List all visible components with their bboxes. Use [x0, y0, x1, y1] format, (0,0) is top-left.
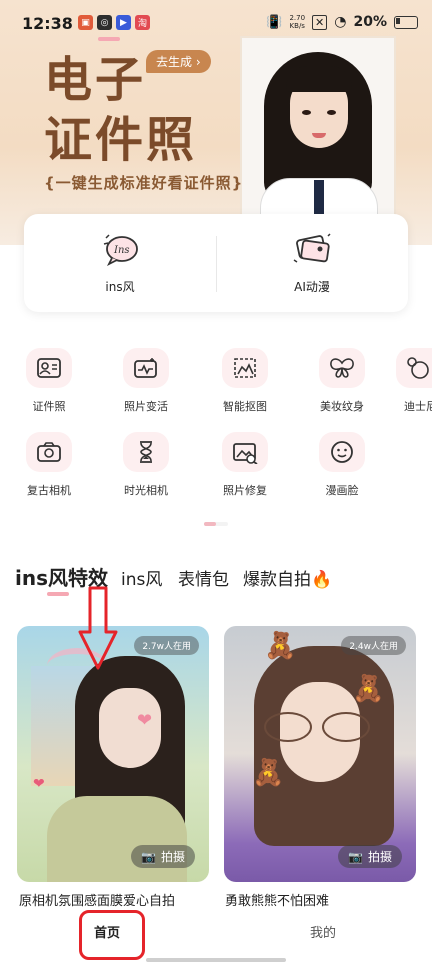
tool-label: 时光相机: [124, 484, 168, 497]
banner-title-line2: 证件照: [44, 112, 198, 168]
tool-smart-cutout[interactable]: 智能抠图: [215, 348, 275, 414]
battery-icon: [394, 15, 418, 29]
quick-action-label: AI动漫: [294, 279, 330, 294]
shoot-button[interactable]: 📷 拍摄: [338, 845, 402, 868]
gesture-home-bar[interactable]: [146, 958, 286, 962]
annotation-highlight-box: [79, 910, 145, 960]
hourglass-icon: [123, 432, 169, 472]
tool-label: 迪士尼: [404, 400, 432, 413]
banner-subtitle: {一键生成标准好看证件照}: [44, 174, 244, 192]
tool-label: 复古相机: [27, 484, 71, 497]
tool-label: 证件照: [32, 400, 66, 413]
tab-hot-selfie[interactable]: 爆款自拍🔥: [243, 565, 332, 590]
quick-actions-card: Ins ins风 AI动漫: [24, 214, 408, 312]
tool-label: 智能抠图: [223, 400, 267, 413]
id-photo-sample: [240, 36, 396, 220]
bottom-nav: 首页 我的: [0, 912, 432, 964]
card-title: 原相机氛围感面膜爱心自拍: [19, 894, 176, 909]
no-sim-icon: ✕: [312, 14, 328, 30]
retro-camera-icon: [26, 432, 72, 472]
tool-photo-repair[interactable]: 照片修复: [215, 432, 275, 498]
tab-stickers[interactable]: 表情包: [178, 565, 229, 590]
battery-percent: 20%: [353, 14, 387, 30]
tool-retro-camera[interactable]: 复古相机: [19, 432, 79, 498]
mickey-icon: [396, 348, 432, 388]
photo-animate-icon: [123, 348, 169, 388]
shoot-button[interactable]: 📷 拍摄: [131, 845, 195, 868]
tool-cartoon-face[interactable]: 漫画脸: [312, 432, 372, 498]
quick-action-ai-anime[interactable]: AI动漫: [216, 214, 408, 312]
ins-speech-bubble-icon: Ins: [103, 233, 138, 266]
svg-text:Ins: Ins: [113, 245, 130, 256]
ai-anime-photos-icon: [293, 232, 331, 263]
status-time: 12:38: [22, 14, 73, 33]
status-bar: 12:38 ▣ ◎ ▶ 淘 📳 2.70 KB/s ✕ ◔ 20%: [0, 0, 432, 48]
model-sweater: [47, 796, 187, 882]
cartoon-face-icon: [319, 432, 365, 472]
net-speed: 2.70 KB/s: [289, 14, 306, 30]
nav-mine[interactable]: 我的: [310, 922, 336, 941]
tool-disney[interactable]: 迪士尼: [396, 348, 432, 414]
glasses-left: [264, 712, 312, 742]
tool-label: 照片变活: [124, 400, 168, 413]
photo-repair-icon: [222, 432, 268, 472]
wifi-icon: ◔: [334, 14, 347, 30]
quick-action-label: ins风: [105, 279, 135, 294]
heart-sticker: ❤: [33, 776, 45, 792]
nav-active-indicator: [98, 37, 120, 41]
app-notification-icon: ◎: [97, 15, 112, 30]
camera-icon: 📷: [348, 849, 363, 864]
quick-action-ins[interactable]: Ins ins风: [24, 214, 216, 312]
effect-card[interactable]: 🧸 🧸 🧸 2.4w人在用 📷 拍摄: [224, 626, 416, 882]
tool-id-photo[interactable]: 证件照: [19, 348, 79, 414]
smart-cutout-icon: [222, 348, 268, 388]
status-right: 📳 2.70 KB/s ✕ ◔ 20%: [266, 14, 418, 30]
id-card-icon: [26, 348, 72, 388]
card-title: 勇敢熊熊不怕困难: [225, 894, 330, 909]
active-tab-underline: [47, 592, 69, 596]
camera-icon: 📷: [141, 849, 156, 864]
glasses-right: [322, 712, 370, 742]
app-notification-icon: 淘: [135, 15, 150, 30]
users-count-badge: 2.7w人在用: [134, 636, 199, 655]
tool-label: 漫画脸: [325, 484, 359, 497]
tool-label: 照片修复: [223, 484, 267, 497]
tool-photo-animate[interactable]: 照片变活: [116, 348, 176, 414]
app-notification-icon: ▶: [116, 15, 131, 30]
butterfly-icon: [319, 348, 365, 388]
tool-time-camera[interactable]: 时光相机: [116, 432, 176, 498]
tool-label: 美妆纹身: [320, 400, 364, 413]
annotation-arrow-icon: [78, 586, 118, 670]
tab-ins[interactable]: ins风: [121, 565, 162, 590]
tools-scroll-indicator: [204, 522, 228, 526]
users-count-badge: 2.4w人在用: [341, 636, 406, 655]
app-notification-icon: ▣: [78, 15, 93, 30]
vibrate-icon: 📳: [266, 14, 283, 30]
generate-button[interactable]: 去生成 ›: [146, 50, 211, 73]
tool-makeup-tattoo[interactable]: 美妆纹身: [312, 348, 372, 414]
bear-sticker: 🧸: [264, 631, 297, 661]
heart-sticker: ❤: [137, 710, 153, 731]
notification-icons: ▣ ◎ ▶ 淘: [78, 15, 150, 30]
bear-sticker: 🧸: [352, 674, 385, 704]
bear-sticker: 🧸: [252, 758, 285, 788]
